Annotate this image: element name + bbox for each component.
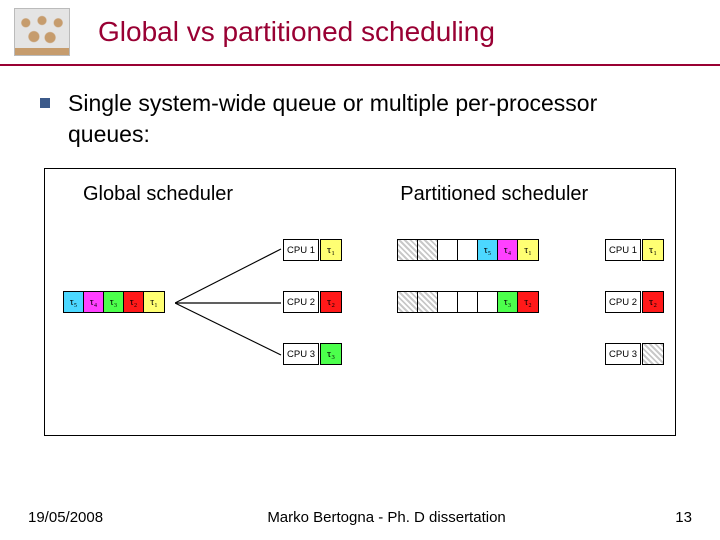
queue-cell-t3: τ₃ <box>104 292 124 312</box>
subtitles: Global scheduler Partitioned scheduler <box>57 183 663 206</box>
part-cpu1-task: τ₁ <box>642 239 664 261</box>
slide-header: Global vs partitioned scheduling <box>0 0 720 66</box>
slide-footer: 19/05/2008 Marko Bertogna - Ph. D disser… <box>0 509 720 526</box>
global-subtitle: Global scheduler <box>57 183 390 206</box>
slide-title: Global vs partitioned scheduling <box>98 16 495 48</box>
row-cpu3: CPU 3 τ₃ CPU 3 <box>45 343 675 375</box>
global-cpu3-label: CPU 3 <box>283 343 319 365</box>
queue-cell-t3: τ₃ <box>498 292 518 312</box>
queue-cell-empty <box>478 292 498 312</box>
global-cpu1-label: CPU 1 <box>283 239 319 261</box>
queue-cell-empty <box>458 240 478 260</box>
queue-cell-empty <box>458 292 478 312</box>
slide-body: Single system-wide queue or multiple per… <box>0 66 720 436</box>
queue-cell-t4: τ₄ <box>498 240 518 260</box>
part-queue-2: τ₃ τ₂ <box>397 291 539 313</box>
part-cpu1-label: CPU 1 <box>605 239 641 261</box>
bullet-text: Single system-wide queue or multiple per… <box>68 88 680 150</box>
row-cpu1: CPU 1 τ₁ τ₅ τ₄ τ₁ CPU 1 τ₁ <box>45 239 675 271</box>
queue-cell-empty <box>438 292 458 312</box>
logo-icon <box>14 8 70 56</box>
global-cpu2-task: τ₂ <box>320 291 342 313</box>
queue-cell-t1: τ₁ <box>144 292 164 312</box>
queue-cell-ghost <box>398 240 418 260</box>
part-cpu3-task <box>642 343 664 365</box>
queue-cell-ghost <box>418 240 438 260</box>
queue-cell-t1: τ₁ <box>518 240 538 260</box>
diagram-frame: Global scheduler Partitioned scheduler C… <box>44 168 676 436</box>
footer-center: Marko Bertogna - Ph. D dissertation <box>214 509 559 526</box>
queue-cell-t5: τ₅ <box>478 240 498 260</box>
part-cpu3-label: CPU 3 <box>605 343 641 365</box>
global-queue: τ₅ τ₄ τ₃ τ₂ τ₁ <box>63 291 165 313</box>
queue-cell-t5: τ₅ <box>64 292 84 312</box>
part-queue-1: τ₅ τ₄ τ₁ <box>397 239 539 261</box>
partitioned-subtitle: Partitioned scheduler <box>390 183 663 206</box>
diagram-rows: CPU 1 τ₁ τ₅ τ₄ τ₁ CPU 1 τ₁ τ₅ τ₄ <box>45 239 675 395</box>
bullet-icon <box>40 98 50 108</box>
row-cpu2: τ₅ τ₄ τ₃ τ₂ τ₁ CPU 2 τ₂ τ₃ τ₂ CP <box>45 291 675 323</box>
queue-cell-t2: τ₂ <box>124 292 144 312</box>
footer-date: 19/05/2008 <box>28 509 214 526</box>
queue-cell-ghost <box>398 292 418 312</box>
queue-cell-ghost <box>418 292 438 312</box>
part-cpu2-task: τ₂ <box>642 291 664 313</box>
part-cpu2-label: CPU 2 <box>605 291 641 313</box>
global-cpu1-task: τ₁ <box>320 239 342 261</box>
queue-cell-empty <box>438 240 458 260</box>
footer-page: 13 <box>559 509 692 526</box>
global-cpu2-label: CPU 2 <box>283 291 319 313</box>
queue-cell-t2: τ₂ <box>518 292 538 312</box>
queue-cell-t4: τ₄ <box>84 292 104 312</box>
bullet-row: Single system-wide queue or multiple per… <box>40 88 680 150</box>
global-cpu3-task: τ₃ <box>320 343 342 365</box>
